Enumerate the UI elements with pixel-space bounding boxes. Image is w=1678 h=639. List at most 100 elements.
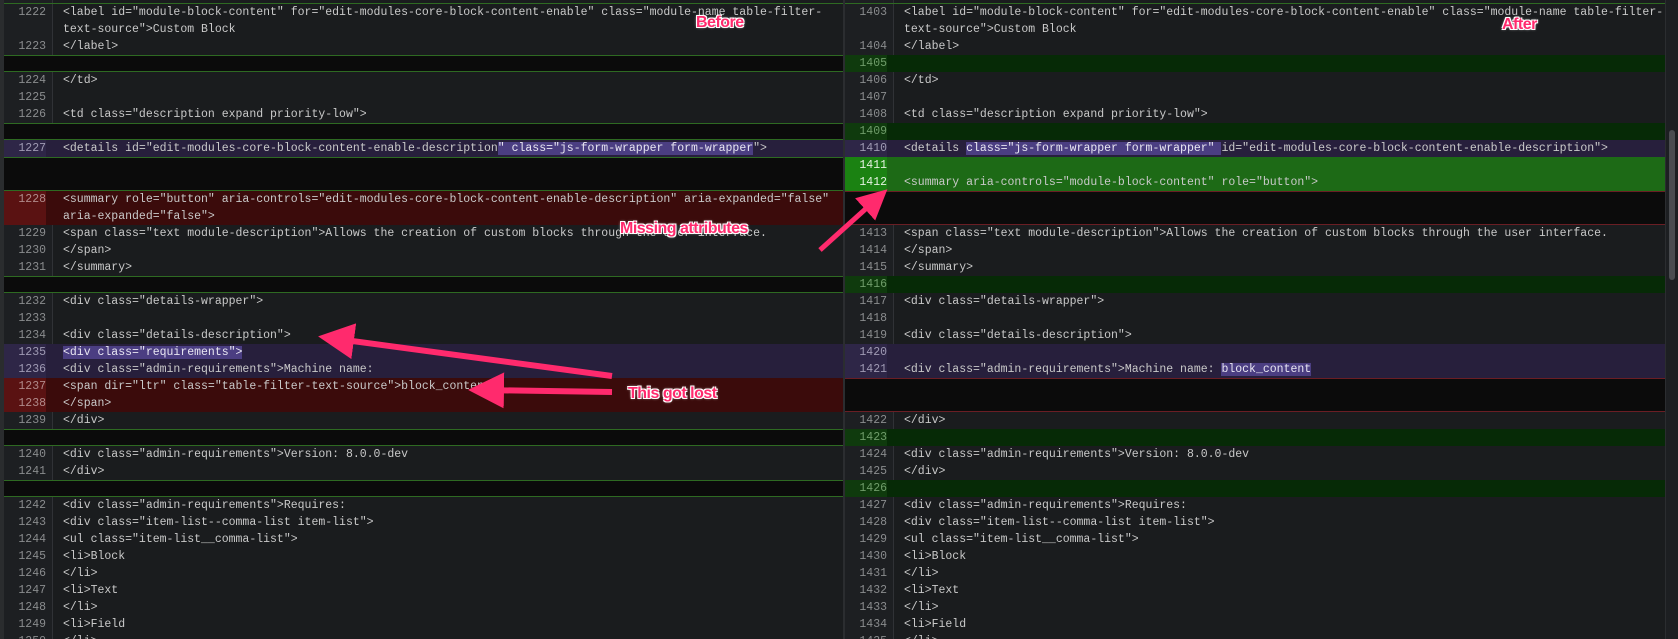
code-text[interactable]: <div class="admin-requirements">Machine …	[904, 361, 1661, 378]
code-text[interactable]: </li>	[904, 599, 1661, 616]
code-line-normal: 1239 </div>	[4, 412, 843, 429]
code-line-normal: 1250 </li>	[4, 633, 843, 639]
code-text[interactable]: </li>	[63, 599, 839, 616]
code-text[interactable]: </li>	[904, 565, 1661, 582]
line-number: 1237	[4, 378, 46, 395]
code-line-added: 1426	[845, 480, 1665, 497]
line-number: 1421	[845, 361, 887, 378]
code-text[interactable]: <li>Text	[63, 582, 839, 599]
code-text[interactable]: </div>	[904, 463, 1661, 480]
line-number: 1244	[18, 533, 46, 546]
code-text[interactable]: <label id="module-block-content" for="ed…	[904, 4, 1663, 38]
code-text[interactable]: </label>	[63, 38, 839, 55]
code-text[interactable]: </span>	[63, 395, 839, 412]
code-text[interactable]: <div class="item-list--comma-list item-l…	[63, 514, 839, 531]
code-line-normal: 1233	[4, 310, 843, 327]
diff-gap	[4, 276, 843, 293]
code-text[interactable]: </span>	[63, 242, 839, 259]
code-line-removed: 1238 </span>	[4, 395, 843, 412]
code-line-normal: 1240 <div class="admin-requirements">Vers…	[4, 446, 843, 463]
line-number: 1431	[859, 567, 887, 580]
code-line-added: 1409	[845, 123, 1665, 140]
line-number: 1417	[859, 295, 887, 308]
code-text[interactable]: </summary>	[63, 259, 839, 276]
code-text[interactable]: <div class="details-wrapper">	[904, 293, 1661, 310]
vertical-scrollbar[interactable]	[1665, 0, 1678, 639]
code-text[interactable]: <span dir="ltr" class="table-filter-text…	[63, 378, 839, 395]
line-number: 1420	[845, 344, 887, 361]
code-text[interactable]: <li>Text	[904, 582, 1661, 599]
line-number: 1407	[859, 91, 887, 104]
code-text[interactable]: </label>	[904, 38, 1661, 55]
code-text[interactable]: </li>	[63, 565, 839, 582]
line-number: 1228	[4, 191, 46, 225]
line-number: 1429	[859, 533, 887, 546]
line-number: 1411	[845, 157, 887, 174]
code-line-normal: 1433 </li>	[845, 599, 1665, 616]
code-text[interactable]: <div class="admin-requirements">Version:…	[904, 446, 1661, 463]
code-line-normal: 1245 <li>Block	[4, 548, 843, 565]
code-line-normal: 1428 <div class="item-list--comma-list it…	[845, 514, 1665, 531]
code-text[interactable]: </div>	[63, 463, 839, 480]
line-number: 1222	[18, 6, 46, 19]
code-text[interactable]: <summary aria-controls="module-block-con…	[904, 174, 1661, 191]
code-text[interactable]: <div class="details-description">	[63, 327, 839, 344]
line-number: 1423	[845, 429, 887, 446]
code-text[interactable]: </div>	[904, 412, 1661, 429]
code-text[interactable]: <div class="item-list--comma-list item-l…	[904, 514, 1661, 531]
code-text[interactable]: <details class="js-form-wrapper form-wra…	[904, 140, 1661, 157]
code-line-normal: 1224 </td>	[4, 72, 843, 89]
code-line-normal: 1417 <div class="details-wrapper">	[845, 293, 1665, 310]
code-line-normal: 1419 <div class="details-description">	[845, 327, 1665, 344]
line-number: 1425	[859, 465, 887, 478]
code-text[interactable]: </td>	[904, 72, 1661, 89]
code-text[interactable]: <div class="admin-requirements">Requires…	[904, 497, 1661, 514]
code-text[interactable]: </li>	[63, 633, 839, 639]
code-text[interactable]: <div class="admin-requirements">Requires…	[63, 497, 839, 514]
code-text[interactable]: </div>	[63, 412, 839, 429]
line-number: 1230	[18, 244, 46, 257]
code-text[interactable]: </span>	[904, 242, 1661, 259]
code-text[interactable]: </summary>	[904, 259, 1661, 276]
line-number: 1226	[18, 108, 46, 121]
line-number: 1410	[845, 140, 887, 157]
code-text[interactable]: <div class="admin-requirements">Machine …	[63, 361, 839, 378]
annotation-after: After	[1502, 16, 1537, 33]
code-text[interactable]: <li>Block	[904, 548, 1661, 565]
code-text[interactable]: <div class="details-wrapper">	[63, 293, 839, 310]
line-number: 1403	[859, 6, 887, 19]
code-text[interactable]: <span class="text module-description">Al…	[904, 225, 1661, 242]
code-line-normal: 1434 <li>Field	[845, 616, 1665, 633]
code-line-normal: 1223 </label>	[4, 38, 843, 55]
code-text[interactable]: <li>Block	[63, 548, 839, 565]
code-text[interactable]: <ul class="item-list__comma-list">	[63, 531, 839, 548]
code-line-normal: 1243 <div class="item-list--comma-list it…	[4, 514, 843, 531]
line-number: 1229	[18, 227, 46, 240]
line-number: 1404	[859, 40, 887, 53]
line-number: 1240	[18, 448, 46, 461]
code-line-added: 1416	[845, 276, 1665, 293]
code-line-changed: 1236 <div class="admin-requirements">Mach…	[4, 361, 843, 378]
code-text[interactable]: <li>Field	[904, 616, 1661, 633]
code-text[interactable]: <div class="details-description">	[904, 327, 1661, 344]
line-number: 1242	[18, 499, 46, 512]
code-text[interactable]: </li>	[904, 633, 1661, 639]
line-number: 1428	[859, 516, 887, 529]
code-line-normal: 1427 <div class="admin-requirements">Requ…	[845, 497, 1665, 514]
code-text[interactable]: </td>	[63, 72, 839, 89]
line-number: 1422	[859, 414, 887, 427]
code-text[interactable]: <td class="description expand priority-l…	[63, 106, 839, 123]
changed-text-highlight: <div class="requirements">	[63, 346, 243, 359]
code-text[interactable]: <div class="admin-requirements">Version:…	[63, 446, 839, 463]
line-number: 1227	[4, 140, 46, 157]
code-line-added: 1405	[845, 55, 1665, 72]
code-text[interactable]: <td class="description expand priority-l…	[904, 106, 1661, 123]
scrollbar-thumb[interactable]	[1669, 130, 1675, 280]
code-text[interactable]: <details id="edit-modules-core-block-con…	[63, 140, 839, 157]
code-text[interactable]: <ul class="item-list__comma-list">	[904, 531, 1661, 548]
code-text[interactable]: <li>Field	[63, 616, 839, 633]
line-number: 1408	[859, 108, 887, 121]
code-text[interactable]: <div class="requirements">	[63, 344, 839, 361]
diff-gap	[4, 429, 843, 446]
line-number: 1249	[18, 618, 46, 631]
